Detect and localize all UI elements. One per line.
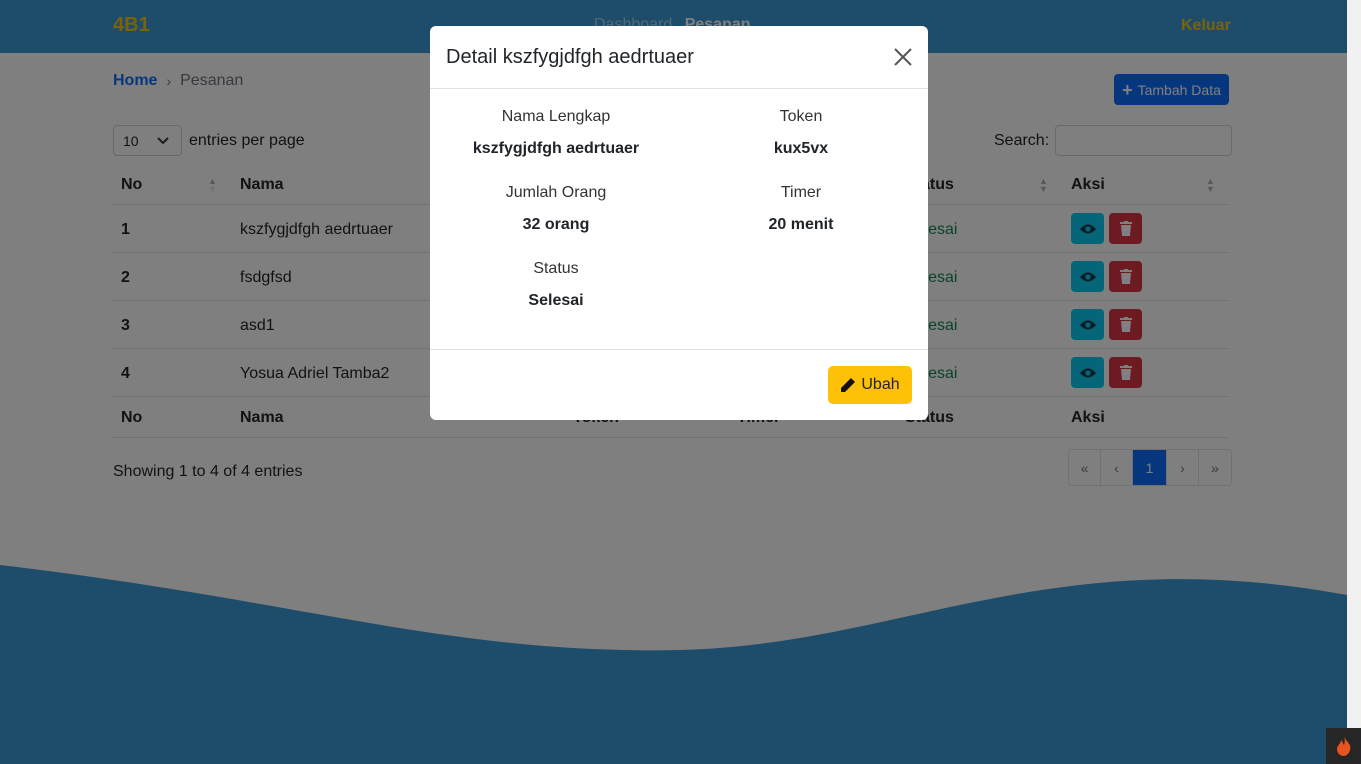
flame-icon: [1336, 736, 1350, 756]
modal-footer: Ubah: [430, 349, 928, 420]
field-label-token: Token: [779, 108, 823, 125]
modal-title: Detail kszfygjdfgh aedrtuaer: [446, 46, 694, 68]
edit-button-label: Ubah: [861, 376, 900, 393]
field-label-nama: Nama Lengkap: [501, 108, 611, 125]
field-value-nama: kszfygjdfgh aedrtuaer: [472, 140, 640, 157]
field-value-jumlah: 32 orang: [522, 216, 590, 233]
detail-modal: Detail kszfygjdfgh aedrtuaer Nama Lengka…: [430, 26, 928, 420]
edit-button[interactable]: Ubah: [828, 366, 912, 404]
scrollbar[interactable]: [1347, 0, 1361, 764]
modal-header: Detail kszfygjdfgh aedrtuaer: [430, 26, 928, 89]
close-icon[interactable]: [893, 47, 913, 67]
field-label-status: Status: [533, 260, 579, 277]
pencil-icon: [841, 378, 856, 392]
field-value-timer: 20 menit: [768, 216, 834, 233]
field-label-timer: Timer: [780, 184, 822, 201]
field-label-jumlah: Jumlah Orang: [505, 184, 607, 201]
debug-toolbar-toggle[interactable]: [1326, 728, 1361, 764]
field-value-status: Selesai: [528, 292, 584, 309]
field-value-token: kux5vx: [773, 140, 829, 157]
